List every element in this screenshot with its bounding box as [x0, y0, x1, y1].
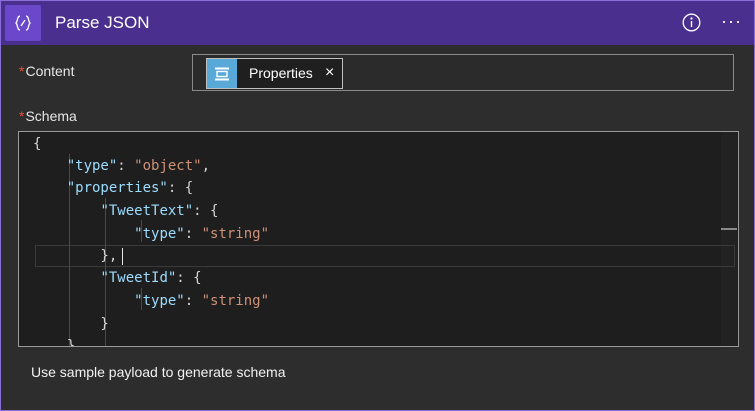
code-line: "type": "object",	[66, 158, 211, 174]
code-line: {	[33, 136, 42, 152]
code-line: "TweetId": {	[100, 270, 202, 286]
code-line: "TweetText": {	[100, 203, 219, 219]
content-label: *Content	[19, 63, 75, 79]
scrollbar-marker	[721, 228, 737, 230]
remove-token-button[interactable]: ×	[325, 64, 334, 82]
required-marker: *	[19, 63, 25, 79]
parse-json-action-card: Parse JSON ··· *Content Properties × *Sc…	[0, 0, 755, 411]
action-header[interactable]: Parse JSON ···	[1, 1, 754, 45]
current-line-highlight	[35, 245, 735, 267]
code-line: "properties": {	[66, 180, 194, 196]
code-line: "type": "string"	[134, 293, 270, 309]
data-operation-icon	[207, 59, 237, 88]
token-label: Properties	[249, 65, 313, 81]
content-label-text: Content	[25, 63, 75, 79]
code-line: }	[33, 316, 109, 332]
schema-editor[interactable]: { "type": "object", "properties": { "Twe…	[18, 131, 739, 347]
text-caret	[122, 248, 123, 265]
editor-scrollbar[interactable]	[721, 132, 737, 346]
code-line: "type": "string"	[134, 226, 270, 242]
code-line: },	[33, 248, 118, 264]
schema-label: *Schema	[19, 108, 77, 124]
generate-schema-link[interactable]: Use sample payload to generate schema	[31, 364, 285, 380]
braces-icon	[5, 5, 41, 41]
info-icon[interactable]	[682, 13, 701, 32]
required-marker: *	[19, 108, 25, 124]
schema-label-text: Schema	[25, 108, 77, 124]
content-field[interactable]: Properties ×	[192, 54, 734, 91]
code-line: }	[33, 338, 76, 347]
action-title: Parse JSON	[55, 13, 150, 32]
more-options-button[interactable]: ···	[721, 11, 742, 32]
properties-token[interactable]: Properties ×	[206, 58, 343, 89]
